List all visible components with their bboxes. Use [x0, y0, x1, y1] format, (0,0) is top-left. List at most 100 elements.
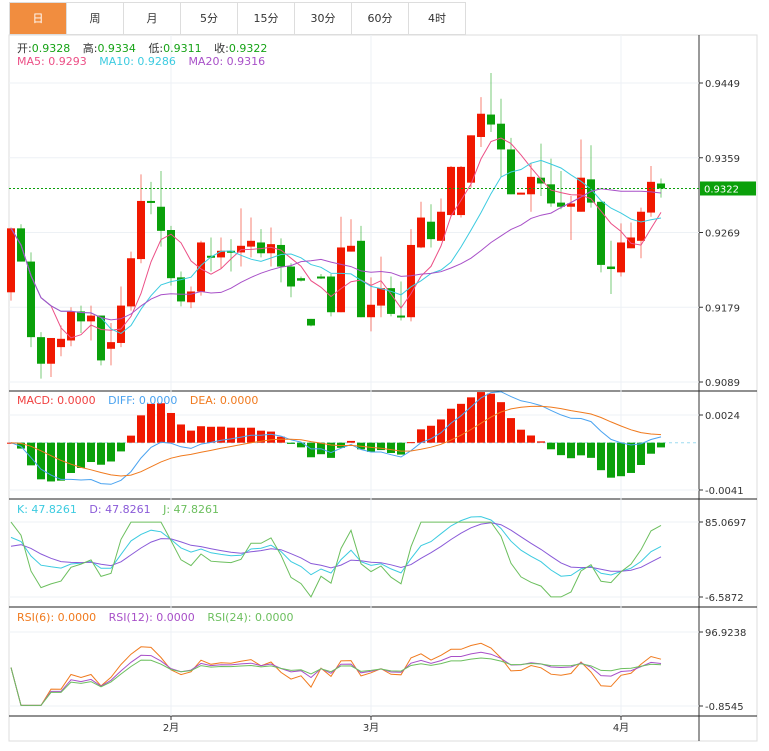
x-tick-label: 4月	[613, 722, 629, 734]
candle-body	[157, 206, 165, 231]
candle-body	[7, 228, 15, 293]
candle-body	[457, 166, 465, 216]
candle	[447, 166, 455, 217]
candle-body	[247, 240, 255, 247]
high-label: 高:	[82, 42, 98, 55]
macd-bar	[107, 442, 115, 462]
macd-bar	[187, 430, 195, 443]
candle	[397, 281, 405, 321]
macd-bar	[77, 442, 85, 468]
macd-bar	[477, 392, 485, 443]
candle-body	[497, 123, 505, 150]
price-tick-label: 0.9449	[705, 79, 740, 90]
candle	[527, 162, 535, 212]
candle	[37, 332, 45, 379]
candle	[7, 227, 15, 301]
rsi12-value: RSI(12): 0.0000	[108, 611, 195, 624]
candle-body	[367, 304, 375, 318]
candle	[237, 208, 245, 267]
candle-body	[47, 337, 55, 364]
candle-body	[57, 338, 65, 348]
macd-bar	[147, 403, 155, 443]
candle	[577, 139, 585, 212]
macd-bar	[627, 442, 635, 473]
macd-bar	[537, 441, 545, 443]
close-value: 0.9322	[228, 42, 268, 55]
candle-body	[447, 166, 455, 216]
ma20-value: MA20: 0.9316	[188, 55, 266, 68]
macd-bar	[507, 418, 515, 443]
macd-bar	[37, 442, 45, 480]
j-line	[10, 521, 662, 598]
kdj-tick-label: -6.5872	[705, 593, 744, 604]
candle	[487, 73, 495, 133]
candle	[47, 337, 55, 378]
low-value: 0.9311	[163, 42, 202, 55]
macd-value: MACD: 0.0000	[17, 394, 96, 407]
macd-bar	[617, 442, 625, 477]
candle	[307, 318, 315, 327]
candle	[547, 158, 555, 207]
macd-bar	[97, 442, 105, 465]
open-value: 0.9328	[31, 42, 71, 55]
macd-bar	[287, 442, 295, 444]
candle	[117, 286, 125, 348]
macd-bar	[167, 412, 175, 443]
d-value: D: 47.8261	[89, 503, 151, 516]
macd-bar	[67, 442, 75, 473]
d-line	[10, 522, 662, 572]
kdj-legend: K: 47.8261 D: 47.8261 J: 47.8261	[17, 503, 228, 516]
rsi-legend: RSI(6): 0.0000 RSI(12): 0.0000 RSI(24): …	[17, 611, 302, 624]
candle	[597, 201, 605, 273]
high-value: 0.9334	[97, 42, 136, 55]
candle	[177, 271, 185, 307]
candle	[127, 251, 135, 311]
candle	[517, 192, 525, 195]
candle-body	[407, 244, 415, 318]
candle-body	[347, 245, 355, 252]
k-value: K: 47.8261	[17, 503, 77, 516]
candle	[347, 219, 355, 252]
rsi-tick-label: -0.8545	[705, 702, 744, 713]
candle-body	[477, 113, 485, 137]
candle	[377, 256, 385, 318]
candle	[247, 217, 255, 258]
candle	[157, 171, 165, 247]
macd-bar	[297, 442, 305, 448]
ma20-line	[10, 188, 662, 321]
candle	[97, 315, 105, 366]
candle-body	[37, 337, 45, 364]
macd-bar	[487, 393, 495, 443]
ma5-value: MA5: 0.9293	[17, 55, 87, 68]
x-tick-label: 2月	[163, 722, 179, 734]
candle-body	[637, 211, 645, 241]
macd-bar	[607, 442, 615, 478]
price-tag-label: 0.9322	[704, 184, 739, 195]
candle-body	[527, 176, 535, 195]
candle	[637, 207, 645, 259]
macd-bar	[587, 442, 595, 458]
rsi6-value: RSI(6): 0.0000	[17, 611, 97, 624]
candle-body	[117, 305, 125, 343]
candlestick-chart[interactable]: 0.9449 0.9359 0.9269 0.9179 0.9089 0.0024 -0.0…	[0, 0, 769, 751]
macd-bar	[87, 442, 95, 463]
kdj-tick-label: 85.0697	[705, 518, 746, 529]
macd-bar	[577, 442, 585, 456]
candle-body	[237, 245, 245, 253]
macd-tick-label: 0.0024	[705, 411, 740, 422]
dea-value: DEA: 0.0000	[189, 394, 259, 407]
ohlc-legend: 开:0.9328 高:0.9334 低:0.9311 收:0.9322	[17, 40, 276, 56]
candle-body	[87, 315, 95, 322]
diff-value: DIFF: 0.0000	[108, 394, 178, 407]
macd-bar	[157, 403, 165, 443]
candle	[427, 204, 435, 248]
candle-body	[107, 342, 115, 349]
candle-body	[97, 315, 105, 361]
j-value: J: 47.8261	[163, 503, 220, 516]
candle-body	[27, 261, 35, 338]
macd-bar	[397, 442, 405, 455]
price-tick-label: 0.9179	[705, 303, 740, 314]
candle-body	[487, 114, 495, 125]
candle	[477, 97, 485, 147]
macd-bar	[347, 440, 355, 443]
